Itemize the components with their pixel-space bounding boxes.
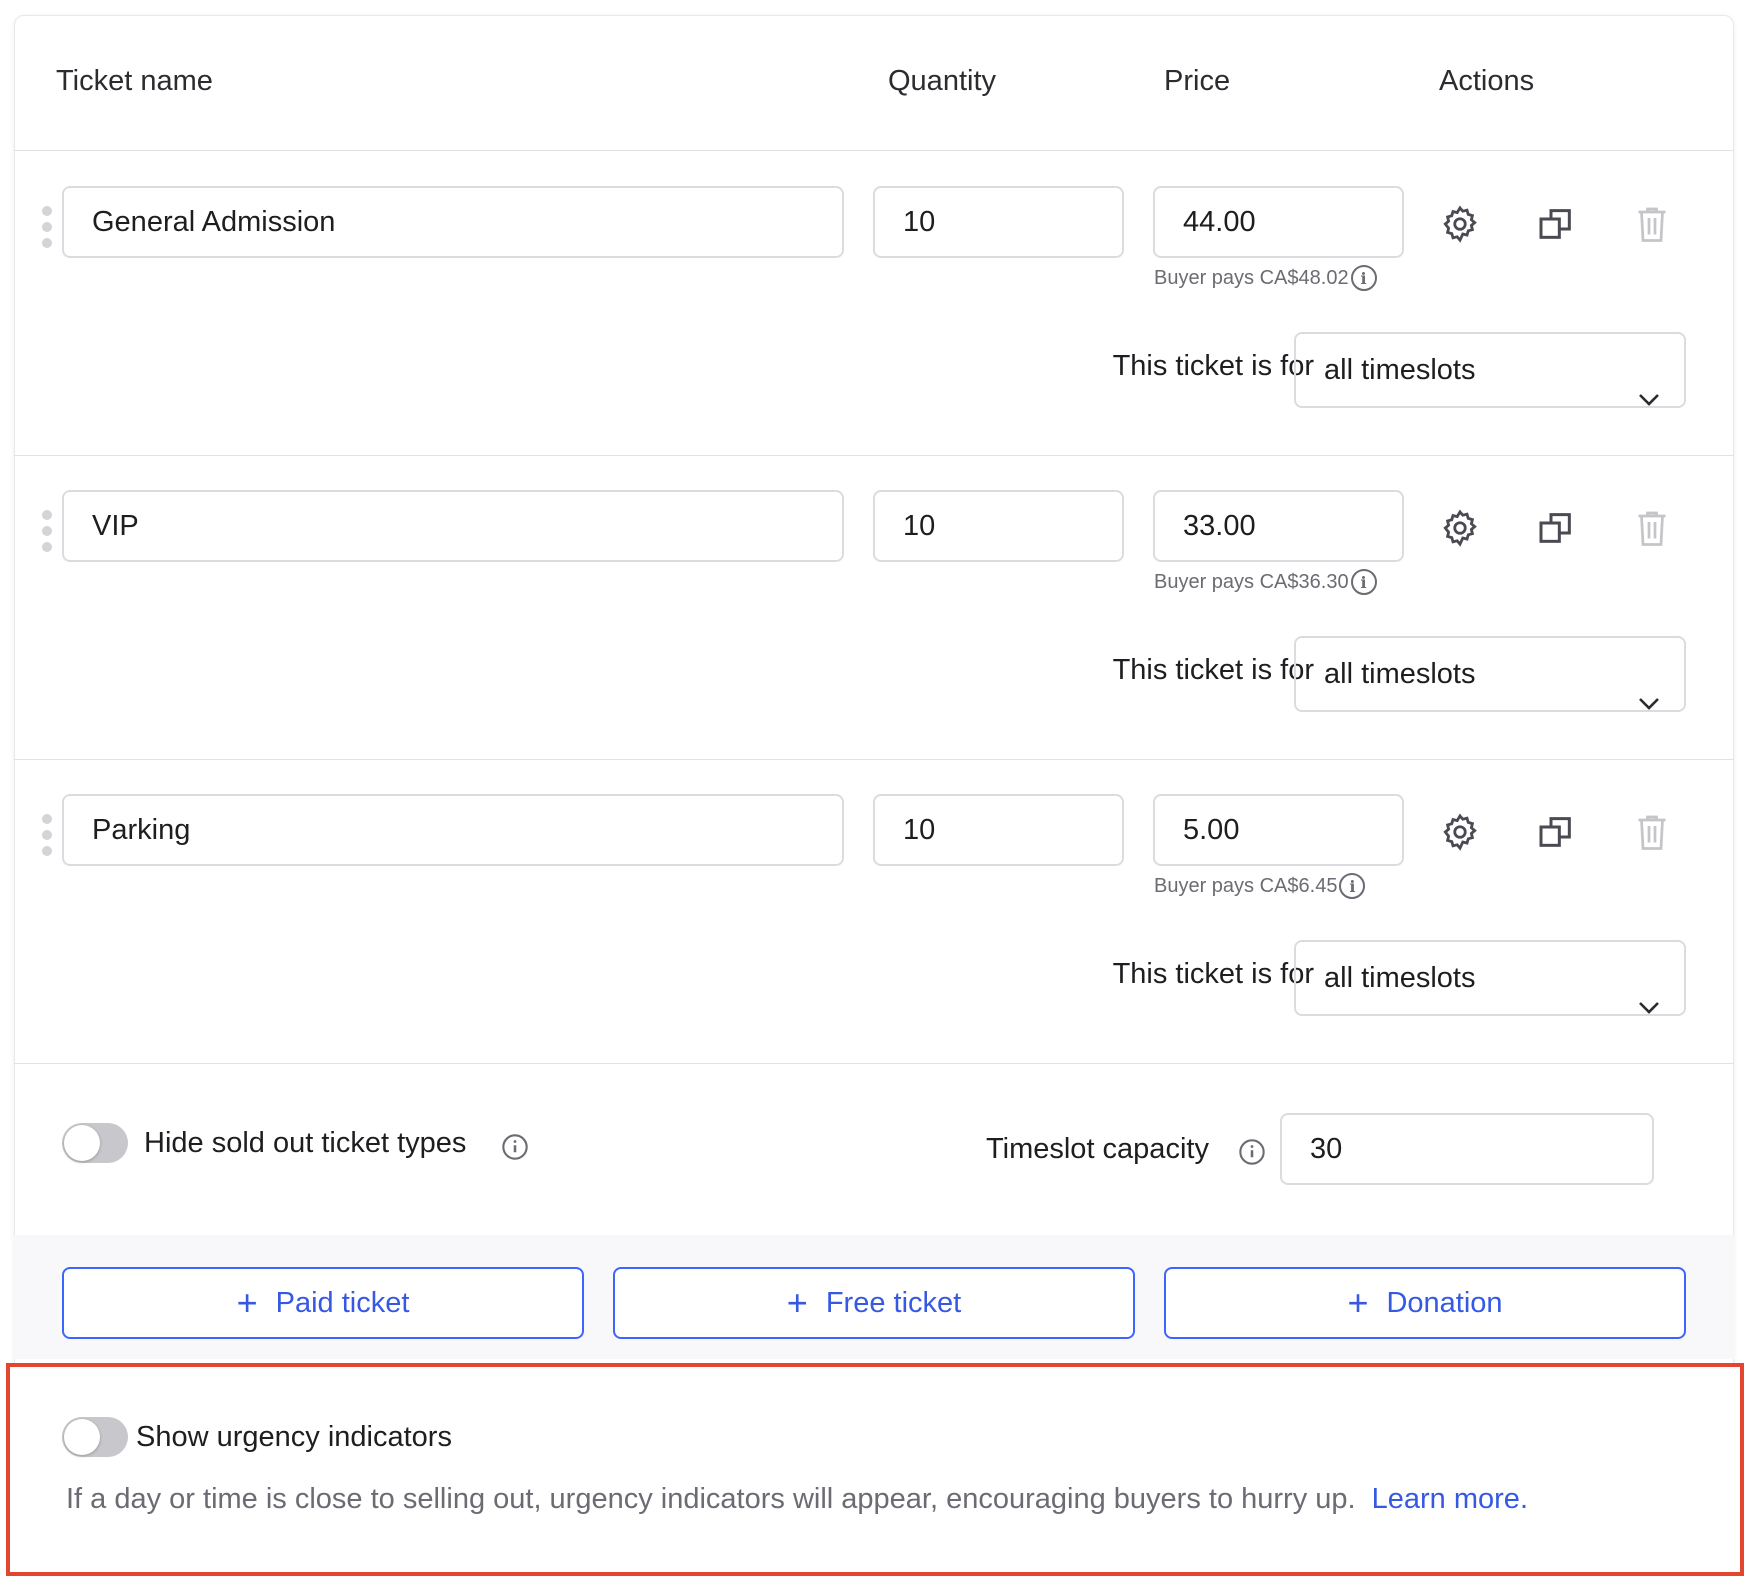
info-icon[interactable]: i xyxy=(1350,569,1377,595)
buyer-pays-note: Buyer pays CA$6.45 i xyxy=(1154,873,1366,899)
header-ticket-name: Ticket name xyxy=(56,65,213,97)
ticket-settings-row: Hide sold out ticket types Timeslot capa… xyxy=(14,1063,1734,1235)
quantity-input[interactable]: 10 xyxy=(873,490,1124,562)
gear-icon[interactable] xyxy=(1438,506,1482,550)
drag-handle-icon[interactable] xyxy=(42,814,52,856)
toggle-knob xyxy=(64,1419,100,1455)
table-header: Ticket name Quantity Price Actions xyxy=(14,15,1734,151)
header-actions: Actions xyxy=(1439,65,1535,97)
timeslot-value: all timeslots xyxy=(1324,658,1476,690)
add-paid-ticket-label: Paid ticket xyxy=(275,1286,410,1319)
toggle-knob xyxy=(64,1125,100,1161)
add-paid-ticket-button[interactable]: + Paid ticket xyxy=(62,1267,584,1339)
price-input[interactable]: 5.00 xyxy=(1153,794,1404,866)
drag-handle-icon[interactable] xyxy=(42,206,52,248)
info-icon[interactable]: i xyxy=(1350,265,1377,291)
trash-icon[interactable] xyxy=(1630,810,1674,854)
ticket-for-label: This ticket is for xyxy=(1112,958,1314,990)
add-free-ticket-button[interactable]: + Free ticket xyxy=(613,1267,1135,1339)
header-quantity: Quantity xyxy=(888,65,996,97)
ticket-name-input[interactable]: VIP xyxy=(62,490,844,562)
gear-icon[interactable] xyxy=(1438,202,1482,246)
ticket-row: VIP 10 33.00 Buyer pays CA$36.30 i This t… xyxy=(14,456,1734,760)
timeslot-value: all timeslots xyxy=(1324,962,1476,994)
price-input[interactable]: 33.00 xyxy=(1153,490,1404,562)
gear-icon[interactable] xyxy=(1438,810,1482,854)
ticket-row: General Admission 10 44.00 Buyer pays CA… xyxy=(14,152,1734,456)
timeslot-capacity-input[interactable]: 30 xyxy=(1280,1113,1654,1185)
timeslot-capacity-label: Timeslot capacity xyxy=(986,1133,1209,1165)
ticket-name-input[interactable]: Parking xyxy=(62,794,844,866)
quantity-input[interactable]: 10 xyxy=(873,794,1124,866)
plus-icon: + xyxy=(1347,1282,1369,1323)
hide-sold-out-toggle[interactable] xyxy=(62,1123,128,1163)
chevron-down-icon xyxy=(1638,970,1660,1042)
duplicate-icon[interactable] xyxy=(1534,506,1578,550)
trash-icon[interactable] xyxy=(1630,506,1674,550)
info-icon[interactable] xyxy=(1238,1138,1266,1171)
ticket-row: Parking 10 5.00 Buyer pays CA$6.45 i This… xyxy=(14,760,1734,1064)
add-ticket-bar: + Paid ticket + Free ticket + Donation xyxy=(14,1235,1734,1359)
hide-sold-out-label: Hide sold out ticket types xyxy=(144,1127,467,1159)
buyer-pays-text: Buyer pays CA$48.02 xyxy=(1154,266,1349,289)
ticket-for-label: This ticket is for xyxy=(1112,350,1314,382)
timeslot-select[interactable]: all timeslots xyxy=(1294,940,1686,1016)
timeslot-select[interactable]: all timeslots xyxy=(1294,636,1686,712)
drag-handle-icon[interactable] xyxy=(42,510,52,552)
learn-more-link[interactable]: Learn more. xyxy=(1372,1483,1528,1515)
urgency-indicators-toggle[interactable] xyxy=(62,1417,128,1457)
ticket-name-input[interactable]: General Admission xyxy=(62,186,844,258)
trash-icon[interactable] xyxy=(1630,202,1674,246)
urgency-indicators-section: Show urgency indicators If a day or time… xyxy=(6,1363,1744,1576)
quantity-input[interactable]: 10 xyxy=(873,186,1124,258)
urgency-description: If a day or time is close to selling out… xyxy=(66,1483,1528,1516)
buyer-pays-text: Buyer pays CA$6.45 xyxy=(1154,874,1338,897)
plus-icon: + xyxy=(786,1282,808,1323)
buyer-pays-text: Buyer pays CA$36.30 xyxy=(1154,570,1349,593)
buyer-pays-note: Buyer pays CA$48.02 i xyxy=(1154,265,1377,291)
buyer-pays-note: Buyer pays CA$36.30 i xyxy=(1154,569,1377,595)
timeslot-value: all timeslots xyxy=(1324,354,1476,386)
price-input[interactable]: 44.00 xyxy=(1153,186,1404,258)
add-free-ticket-label: Free ticket xyxy=(825,1286,962,1319)
urgency-indicators-label: Show urgency indicators xyxy=(136,1421,452,1453)
chevron-down-icon xyxy=(1638,362,1660,434)
duplicate-icon[interactable] xyxy=(1534,202,1578,246)
info-icon[interactable] xyxy=(501,1133,529,1166)
duplicate-icon[interactable] xyxy=(1534,810,1578,854)
ticket-for-label: This ticket is for xyxy=(1112,654,1314,686)
timeslot-select[interactable]: all timeslots xyxy=(1294,332,1686,408)
urgency-description-text: If a day or time is close to selling out… xyxy=(66,1483,1356,1515)
plus-icon: + xyxy=(236,1282,258,1323)
info-icon[interactable]: i xyxy=(1339,873,1366,899)
chevron-down-icon xyxy=(1638,666,1660,738)
add-donation-button[interactable]: + Donation xyxy=(1164,1267,1686,1339)
header-price: Price xyxy=(1164,65,1231,97)
add-donation-label: Donation xyxy=(1386,1286,1503,1319)
